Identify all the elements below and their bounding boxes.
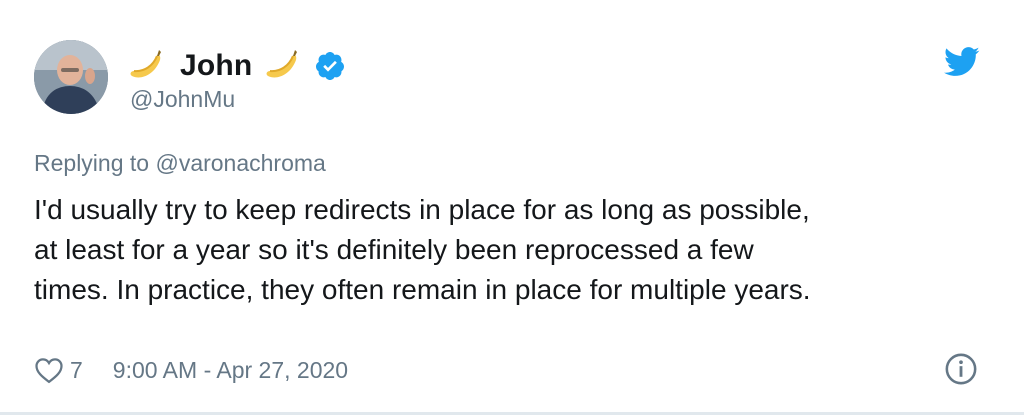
tweet-timestamp[interactable]: 9:00 AM - Apr 27, 2020	[113, 357, 348, 384]
replying-to: Replying to @varonachroma	[34, 150, 326, 177]
replying-to-label: Replying to	[34, 150, 150, 176]
tweet-text-line: at least for a year so it's definitely b…	[34, 234, 754, 265]
tweet-card: John @JohnMu Replying to @varonachroma I…	[0, 0, 1024, 415]
banana-emoji-icon	[130, 50, 161, 78]
display-name[interactable]: John	[180, 49, 252, 83]
name-row: John	[126, 44, 346, 88]
tweet-footer: 7 9:00 AM - Apr 27, 2020	[34, 352, 348, 388]
tweet-text: I'd usually try to keep redirects in pla…	[34, 190, 974, 310]
user-handle[interactable]: @JohnMu	[130, 86, 235, 113]
twitter-bird-icon[interactable]	[944, 46, 980, 78]
tweet-text-line: times. In practice, they often remain in…	[34, 274, 811, 305]
like-count: 7	[70, 356, 83, 383]
verified-badge-icon	[316, 52, 345, 80]
banana-emoji-icon	[266, 50, 298, 78]
reply-target-link[interactable]: @varonachroma	[155, 150, 325, 176]
heart-icon[interactable]	[34, 356, 64, 384]
tweet-text-line: I'd usually try to keep redirects in pla…	[34, 194, 810, 225]
avatar-image	[34, 40, 108, 114]
info-icon[interactable]	[944, 352, 978, 386]
avatar[interactable]	[34, 40, 108, 114]
